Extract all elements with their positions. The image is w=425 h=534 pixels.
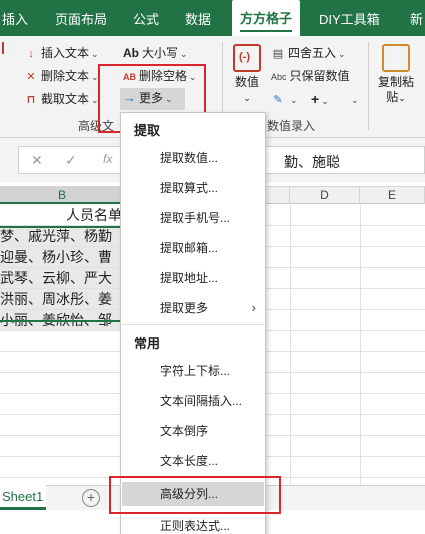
grid-line [360, 205, 361, 485]
formula-value[interactable]: 勤、施聪 [284, 152, 340, 172]
more-dropdown-menu: 提取 提取数值... 提取算式... 提取手机号... 提取邮箱... 提取地址… [120, 112, 266, 534]
chevron-down-icon: ⌄ [338, 49, 346, 59]
round-icon: ▤ [272, 48, 284, 60]
clipboard-icon [382, 44, 410, 72]
menu-item-superscript[interactable]: 字符上下标... [122, 359, 264, 383]
case-label: 大小写 [142, 46, 179, 60]
cut-text-button[interactable]: ⊓ 截取文本 ⌄ [24, 89, 99, 109]
cut-text-label: 截取文本 [41, 92, 90, 106]
chevron-down-icon: ⌄ [91, 49, 99, 59]
round-button[interactable]: ▤ 四舍五入 ⌄ [271, 43, 346, 63]
cut-text-icon: ⊓ [26, 94, 36, 106]
copy-paste-button[interactable]: 复制粘 贴⌄ [376, 44, 416, 106]
edit-dropdown-button[interactable]: ✎ ⌄ [271, 89, 298, 109]
tab-fangfangezi[interactable]: 方方格子 [232, 0, 301, 36]
values-label: 数值 [234, 75, 259, 89]
tab-insert[interactable]: 插入 [2, 0, 28, 36]
abc-icon: Abc [271, 72, 287, 82]
menu-item-interval-insert[interactable]: 文本间隔插入... [122, 389, 264, 413]
ribbon-separator [368, 42, 369, 130]
keep-value-button[interactable]: Abc 只保留数值 [271, 66, 350, 86]
menu-header-common: 常用 [134, 336, 161, 351]
menu-item-extract-more[interactable]: 提取更多 › [122, 296, 264, 320]
menu-item-regex[interactable]: 正则表达式... [122, 514, 264, 534]
column-header-e[interactable]: E [360, 187, 425, 204]
delete-text-icon: ✕ [26, 71, 36, 83]
menu-separator [122, 324, 264, 325]
tab-diy-toolbox[interactable]: DIY工具箱 [319, 0, 380, 36]
menu-item-extract-more-label: 提取更多 [160, 301, 209, 315]
menu-item-text-length[interactable]: 文本长度... [122, 449, 264, 473]
tab-page-layout[interactable]: 页面布局 [55, 0, 107, 36]
values-button[interactable]: (-) 数值 ⌄ [230, 44, 264, 106]
left-edge-icon [2, 42, 8, 54]
values-icon: (-) [233, 44, 261, 72]
insert-text-label: 插入文本 [41, 46, 90, 60]
chevron-down-icon: ⌄ [321, 96, 329, 106]
cell-b1[interactable]: 人员名单 [0, 205, 124, 225]
chevron-down-icon: ⌄ [180, 49, 188, 59]
tab-more-cut[interactable]: 新 [410, 0, 423, 36]
menu-item-extract-number[interactable]: 提取数值... [122, 146, 264, 170]
copy-paste-label-2: 贴 [386, 90, 399, 104]
round-label: 四舍五入 [288, 46, 337, 60]
case-icon: Ab [123, 46, 139, 60]
chevron-right-icon: › [251, 300, 256, 315]
chevron-down-icon: ⌄ [351, 95, 359, 105]
tab-data[interactable]: 数据 [185, 0, 211, 36]
confirm-icon[interactable]: ✓ [65, 152, 77, 169]
menu-item-extract-email[interactable]: 提取邮箱... [122, 236, 264, 260]
chevron-down-icon: ⌄ [398, 93, 406, 103]
edit-icon: ✎ [273, 94, 283, 106]
group-label-numeric: 数值录入 [267, 119, 316, 133]
highlight-box-advanced-split [109, 476, 281, 514]
sheet-tab-sheet1[interactable]: Sheet1 [0, 485, 46, 510]
active-tab-underline [240, 30, 293, 32]
plus-icon: + [311, 91, 320, 107]
insert-text-button[interactable]: ↓ 插入文本 ⌄ [24, 43, 99, 63]
add-dropdown-button[interactable]: + ⌄ [311, 89, 329, 109]
function-icon[interactable]: fx [103, 152, 112, 166]
column-header-d[interactable]: D [290, 187, 360, 204]
menu-item-extract-formula[interactable]: 提取算式... [122, 176, 264, 200]
delete-text-label: 删除文本 [41, 69, 90, 83]
delete-text-button[interactable]: ✕ 删除文本 ⌄ [24, 66, 98, 86]
keep-value-label: 只保留数值 [289, 69, 350, 83]
ribbon-tab-bar: 插入 页面布局 公式 数据 方方格子 DIY工具箱 新 [0, 0, 425, 36]
menu-item-extract-phone[interactable]: 提取手机号... [122, 206, 264, 230]
menu-item-extract-address[interactable]: 提取地址... [122, 266, 264, 290]
tab-fangfangezi-label: 方方格子 [240, 11, 293, 26]
tab-formulas[interactable]: 公式 [133, 0, 159, 36]
chevron-down-icon: ⌄ [290, 95, 298, 105]
grid-line [290, 205, 291, 485]
column-header-b[interactable]: B [0, 187, 125, 204]
add-sheet-icon[interactable]: + [82, 489, 100, 507]
case-button[interactable]: Ab 大小写 ⌄ [123, 43, 188, 63]
menu-header-extract: 提取 [134, 123, 161, 138]
copy-paste-label-1: 复制粘 [377, 75, 414, 89]
menu-item-reverse-text[interactable]: 文本倒序 [122, 419, 264, 443]
extra-dropdown-button[interactable]: ⌄ [349, 89, 359, 109]
cancel-icon[interactable]: ✕ [31, 152, 43, 169]
selection-border [0, 226, 125, 322]
insert-text-icon: ↓ [28, 48, 34, 60]
chevron-down-icon: ⌄ [243, 93, 251, 103]
